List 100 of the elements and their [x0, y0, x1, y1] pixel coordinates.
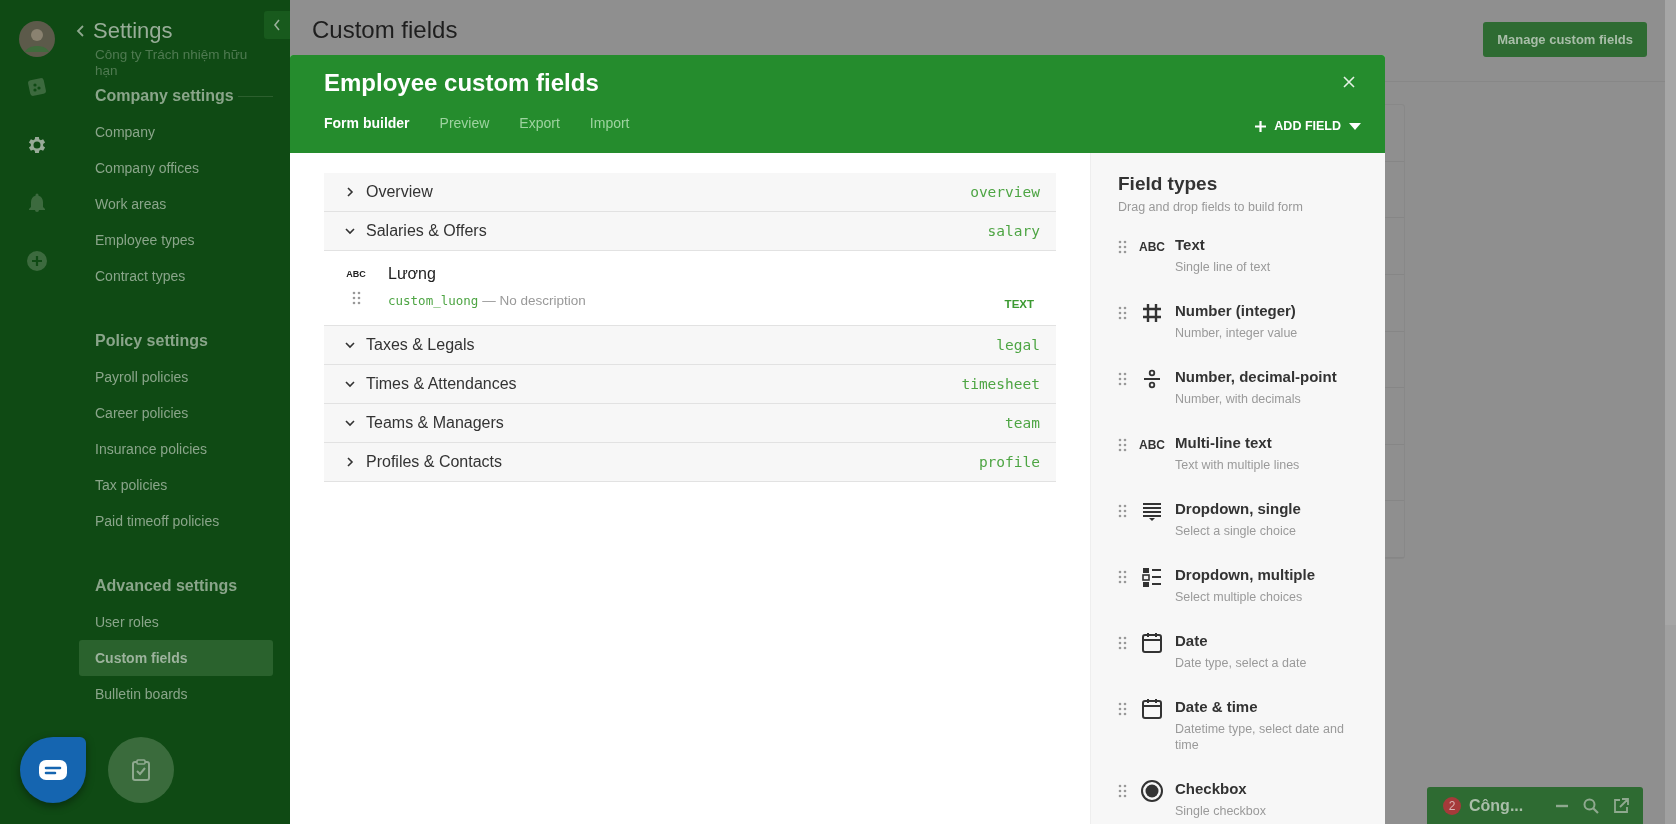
section-name: Taxes & Legals	[366, 336, 476, 354]
clipboard-icon[interactable]	[130, 758, 152, 782]
field-code: custom_luong	[388, 293, 479, 308]
section-key: legal	[996, 337, 1040, 353]
chevron-icon[interactable]	[344, 417, 356, 429]
field-type-name: Checkbox	[1175, 780, 1248, 797]
avatar-icon[interactable]	[18, 21, 55, 57]
field-type-item[interactable]: Dropdown, multiple Select multiple choices	[1118, 558, 1369, 624]
chat-title: Công...	[1469, 796, 1525, 815]
company-name: Công ty Trách nhiệm hữu hạn	[95, 47, 249, 79]
tab[interactable]: Form builder	[324, 111, 410, 135]
sidebar-item[interactable]: Contract types	[79, 258, 273, 294]
field-type-item[interactable]: ABC Text Single line of text	[1118, 228, 1369, 294]
field-name: Lương	[388, 265, 437, 283]
search-icon[interactable]	[1583, 797, 1599, 814]
field-type-item[interactable]: Dropdown, single Select a single choice	[1118, 492, 1369, 558]
drag-handle-icon[interactable]	[1118, 372, 1127, 386]
drag-handle-icon[interactable]	[1118, 240, 1127, 254]
section-key: team	[1005, 415, 1040, 431]
sidebar-item[interactable]: Employee types	[79, 222, 273, 258]
sidebar-item[interactable]: Paid timeoff policies	[79, 503, 273, 539]
external-link-icon[interactable]	[1613, 797, 1629, 814]
section-name: Salaries & Offers	[366, 222, 488, 240]
close-icon[interactable]	[1343, 75, 1355, 88]
back-icon[interactable]	[75, 24, 85, 38]
field-type: TEXT	[1004, 298, 1034, 310]
field-type-item[interactable]: Number (integer) Number, integer value	[1118, 294, 1369, 360]
sidebar-item[interactable]: Company	[79, 114, 273, 150]
sidebar-item[interactable]: Insurance policies	[79, 431, 273, 467]
panel-subtitle: Drag and drop fields to build form	[1118, 200, 1304, 214]
text-type-icon: ABC	[346, 269, 366, 279]
text-type-icon: ABC	[1139, 438, 1165, 452]
section-row[interactable]: Salaries & Offers salary	[324, 212, 1056, 251]
section-name: Profiles & Contacts	[366, 453, 504, 471]
sidebar-item[interactable]: Company offices	[79, 150, 273, 186]
section-name: Teams & Managers	[366, 414, 505, 432]
hash-icon	[1140, 301, 1164, 325]
chat-button[interactable]	[20, 737, 86, 803]
manage-custom-fields-button[interactable]: Manage custom fields	[1483, 22, 1647, 57]
sidebar-item[interactable]: Bulletin boards	[79, 676, 273, 712]
drag-handle-icon[interactable]	[1118, 504, 1127, 518]
chevron-left-icon[interactable]	[273, 19, 281, 31]
field-type-item[interactable]: Date Date type, select a date	[1118, 624, 1369, 690]
page-title: Custom fields	[312, 16, 458, 44]
field-type-item[interactable]: Checkbox Single checkbox	[1118, 772, 1369, 824]
field-type-name: Dropdown, multiple	[1175, 566, 1316, 583]
drag-handle-icon[interactable]	[1118, 570, 1127, 584]
section-row[interactable]: Taxes & Legals legal	[324, 326, 1056, 365]
drag-handle-icon[interactable]	[1118, 306, 1127, 320]
section-key: salary	[987, 223, 1040, 239]
drag-handle-icon[interactable]	[1118, 784, 1127, 798]
plus-icon[interactable]	[1255, 120, 1267, 132]
sidebar-item[interactable]: Career policies	[79, 395, 273, 431]
section-heading: Policy settings	[95, 332, 208, 350]
tab[interactable]: Export	[519, 111, 560, 135]
section-row[interactable]: Overview overview	[324, 173, 1056, 212]
field-type-item[interactable]: ABC Multi-line text Text with multiple lines	[1118, 426, 1369, 492]
field-type-description: Date type, select a date	[1175, 655, 1308, 671]
add-icon[interactable]	[25, 250, 48, 272]
cube-icon[interactable]	[25, 76, 48, 98]
chevron-icon[interactable]	[344, 456, 356, 468]
section-key: overview	[970, 184, 1040, 200]
field-type-item[interactable]: Date & time Datetime type, select date and time	[1118, 690, 1369, 772]
field-type-description: Select a single choice	[1175, 523, 1297, 539]
field-type-name: Date & time	[1175, 698, 1259, 715]
chat-bar[interactable]: 2 Công...	[1427, 787, 1643, 824]
sidebar-item[interactable]: Tax policies	[79, 467, 273, 503]
chevron-icon[interactable]	[344, 378, 356, 390]
sidebar-item[interactable]: Custom fields	[79, 640, 273, 676]
drag-handle-icon[interactable]	[1118, 636, 1127, 650]
sidebar-item[interactable]: Payroll policies	[79, 359, 273, 395]
chevron-icon[interactable]	[344, 186, 356, 198]
dialog-title: Employee custom fields	[324, 69, 599, 97]
tab[interactable]: Preview	[439, 111, 490, 135]
chat-icon[interactable]	[38, 759, 68, 781]
field-type-item[interactable]: Number, decimal-point Number, with decimals	[1118, 360, 1369, 426]
add-field-button[interactable]: ADD FIELD	[1255, 113, 1361, 139]
field-type-name: Multi-line text	[1175, 434, 1273, 451]
field-type-name: Dropdown, single	[1175, 500, 1302, 517]
collapse-button[interactable]	[264, 11, 290, 39]
section-row[interactable]: Teams & Managers team	[324, 404, 1056, 443]
field-type-description: Select multiple choices	[1175, 589, 1304, 605]
chevron-icon[interactable]	[344, 225, 356, 237]
section-row[interactable]: Profiles & Contacts profile	[324, 443, 1056, 482]
scrollbar[interactable]	[1665, 0, 1676, 824]
caret-icon[interactable]	[1349, 122, 1361, 130]
field-type-name: Date	[1175, 632, 1209, 649]
field-type-description: Number, integer value	[1175, 325, 1299, 341]
sidebar-item[interactable]: Work areas	[79, 186, 273, 222]
field-description: — No description	[482, 293, 586, 308]
sidebar-item[interactable]: User roles	[79, 604, 273, 640]
radio-icon	[1140, 779, 1164, 803]
section-row[interactable]: Times & Attendances timesheet	[324, 365, 1056, 404]
drag-handle-icon[interactable]	[1118, 438, 1127, 452]
field-type-description: Datetime type, select date and time	[1175, 721, 1345, 753]
chevron-icon[interactable]	[344, 339, 356, 351]
tab[interactable]: Import	[589, 111, 630, 135]
drag-handle-icon[interactable]	[351, 291, 361, 305]
section-name: Times & Attendances	[366, 375, 518, 393]
drag-handle-icon[interactable]	[1118, 702, 1127, 716]
